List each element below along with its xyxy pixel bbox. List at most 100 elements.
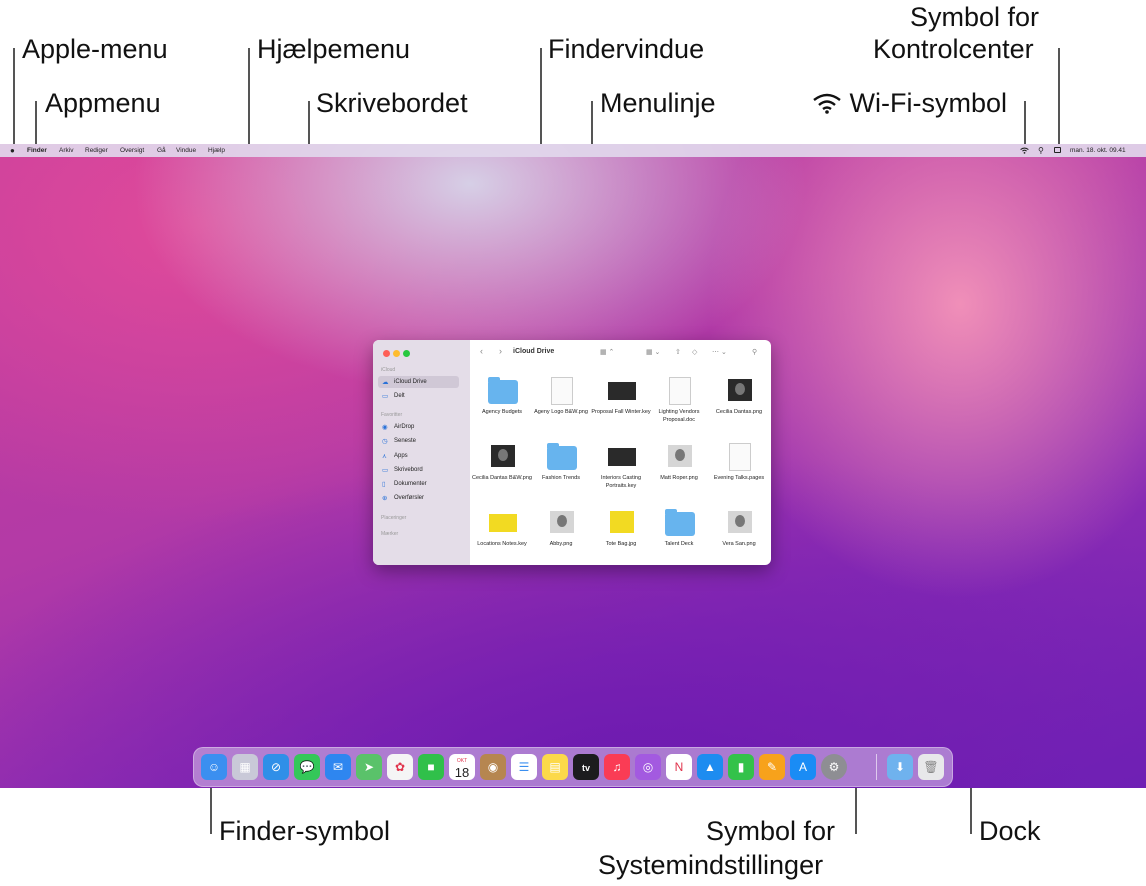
sidebar-item-apps[interactable]: ⋏ Apps <box>378 450 459 462</box>
numbers-icon[interactable]: ▮ <box>728 754 754 780</box>
menu-item-vindue[interactable]: Vindue <box>176 147 196 154</box>
file-item[interactable]: Proposal Fall Winter.key <box>591 376 651 416</box>
file-thumbnail <box>547 442 577 470</box>
desktop[interactable]: ● Finder Arkiv Rediger Oversigt Gå Vindu… <box>0 144 1146 788</box>
callout-system-settings-line2: Systemindstillinger <box>598 850 824 880</box>
tv-label: tv <box>581 763 590 773</box>
share-icon[interactable]: ⇧ <box>675 348 681 356</box>
calendar-icon[interactable]: OKT 18 <box>449 754 475 780</box>
file-thumbnail <box>607 376 636 404</box>
minimize-button[interactable] <box>393 350 400 357</box>
contacts-glyph: ◉ <box>487 760 499 774</box>
file-item[interactable]: Ageny Logo B&W.png <box>531 376 591 416</box>
finder-icon[interactable]: ☺ <box>201 754 227 780</box>
file-item[interactable]: Lighting Vendors Proposal.doc <box>649 376 709 424</box>
reminders-icon[interactable]: ☰ <box>511 754 537 780</box>
tag-icon[interactable]: ◇ <box>692 348 697 356</box>
leader-help-menu <box>248 48 250 150</box>
system-settings-icon[interactable]: ⚙ <box>821 754 847 780</box>
menu-item-arkiv[interactable]: Arkiv <box>59 147 73 154</box>
file-item[interactable]: Abby.png <box>531 508 591 548</box>
trash-icon[interactable]: 🗑 <box>918 754 944 780</box>
menu-item-hjaelp[interactable]: Hjælp <box>208 147 225 154</box>
file-item[interactable]: Locations Notes.key <box>472 508 532 548</box>
zoom-button[interactable] <box>403 350 410 357</box>
file-item[interactable]: Fashion Trends <box>531 442 591 482</box>
sidebar-item-seneste[interactable]: ◷ Seneste <box>378 435 459 447</box>
close-button[interactable] <box>383 350 390 357</box>
notes-icon[interactable]: ▤ <box>542 754 568 780</box>
leader-control-center <box>1058 48 1060 144</box>
sidebar-section-label: Placeringer <box>381 515 407 521</box>
file-item[interactable]: Cecilia Dantas.png <box>709 376 769 416</box>
sidebar-item-icloud-drive[interactable]: ☁ iCloud Drive <box>378 376 459 388</box>
wifi-icon <box>813 93 841 114</box>
group-icon[interactable]: ▦ ⌄ <box>646 348 660 356</box>
sidebar-item-label: Overførsler <box>394 495 424 501</box>
sidebar-item-skrivebord[interactable]: ▭ Skrivebord <box>378 464 459 476</box>
cloud-icon: ☁ <box>382 379 389 386</box>
launchpad-icon[interactable]: ▦ <box>232 754 258 780</box>
file-item[interactable]: Evening Talks.pages <box>709 442 769 482</box>
contacts-icon[interactable]: ◉ <box>480 754 506 780</box>
forward-button[interactable]: › <box>499 346 502 356</box>
file-item[interactable]: Cecilia Dantas B&W.png <box>472 442 532 482</box>
menu-item-rediger[interactable]: Rediger <box>85 147 108 154</box>
photos-glyph: ✿ <box>394 760 406 774</box>
file-item[interactable]: Vera San.png <box>709 508 769 548</box>
callout-control-center-line1: Symbol for <box>910 2 1040 32</box>
menu-item-finder[interactable]: Finder <box>27 147 47 154</box>
music-icon[interactable]: ♫ <box>604 754 630 780</box>
photos-icon[interactable]: ✿ <box>387 754 413 780</box>
sidebar-item-delt[interactable]: ▭ Delt <box>378 390 459 402</box>
wifi-icon[interactable] <box>1020 147 1029 154</box>
spotlight-icon[interactable]: ⚲ <box>1038 146 1044 155</box>
sidebar-item-dokumenter[interactable]: ▯ Dokumenter <box>378 478 459 490</box>
file-item[interactable]: Interiors Casting Portraits.key <box>591 442 651 490</box>
app-store-glyph: A <box>798 760 807 774</box>
finder-glyph: ☺ <box>207 760 221 774</box>
pages-icon[interactable]: ✎ <box>759 754 785 780</box>
facetime-glyph: ■ <box>427 760 435 774</box>
messages-icon[interactable]: 💬 <box>294 754 320 780</box>
file-item[interactable]: Agency Budgets <box>472 376 532 416</box>
reminders-glyph: ☰ <box>518 760 530 774</box>
menu-bar-datetime[interactable]: man. 18. okt. 09.41 <box>1070 147 1126 154</box>
sidebar-item-airdrop[interactable]: ◉ AirDrop <box>378 421 459 433</box>
file-item[interactable]: Matt Roper.png <box>649 442 709 482</box>
keynote-icon[interactable]: ▲ <box>697 754 723 780</box>
menu-item-oversigt[interactable]: Oversigt <box>120 147 144 154</box>
file-name: Tote Bag.jpg <box>605 541 637 547</box>
control-center-icon[interactable] <box>1054 147 1061 153</box>
back-button[interactable]: ‹ <box>480 346 483 356</box>
more-actions-icon[interactable]: ⋯ ⌄ <box>712 348 727 356</box>
file-item[interactable]: Talent Deck <box>649 508 709 548</box>
file-name: Locations Notes.key <box>477 541 527 547</box>
tv-icon[interactable]: tv <box>573 754 599 780</box>
sidebar-item-overforsler[interactable]: ⊕ Overførsler <box>378 492 459 504</box>
file-thumbnail <box>547 376 575 405</box>
app-store-icon[interactable]: A <box>790 754 816 780</box>
view-mode-icon[interactable]: ▦ ⌃ <box>600 348 614 356</box>
file-name: Evening Talks.pages <box>713 475 765 481</box>
podcasts-icon[interactable]: ◎ <box>635 754 661 780</box>
file-name: Interiors Casting Portraits.key <box>600 475 642 489</box>
menu-item-ga[interactable]: Gå <box>157 147 166 154</box>
finder-window[interactable]: iCloud ☁ iCloud Drive ▭ Delt Favoritter … <box>373 340 771 565</box>
news-icon[interactable]: N <box>666 754 692 780</box>
airdrop-icon: ◉ <box>382 424 388 431</box>
launchpad-glyph: ▦ <box>239 760 251 774</box>
file-item[interactable]: Tote Bag.jpg <box>591 508 651 548</box>
maps-icon[interactable]: ➤ <box>356 754 382 780</box>
sidebar-section-label: iCloud <box>381 367 396 373</box>
system-settings-glyph: ⚙ <box>828 760 840 774</box>
downloads-folder-icon[interactable]: ⬇ <box>887 754 913 780</box>
safari-icon[interactable]: ⊘ <box>263 754 289 780</box>
search-icon[interactable]: ⚲ <box>752 348 757 356</box>
file-thumbnail <box>665 376 693 405</box>
mail-icon[interactable]: ✉ <box>325 754 351 780</box>
facetime-icon[interactable]: ■ <box>418 754 444 780</box>
callout-app-menu: Appmenu <box>45 88 161 118</box>
apple-icon[interactable]: ● <box>10 146 15 155</box>
file-thumbnail <box>665 508 695 536</box>
